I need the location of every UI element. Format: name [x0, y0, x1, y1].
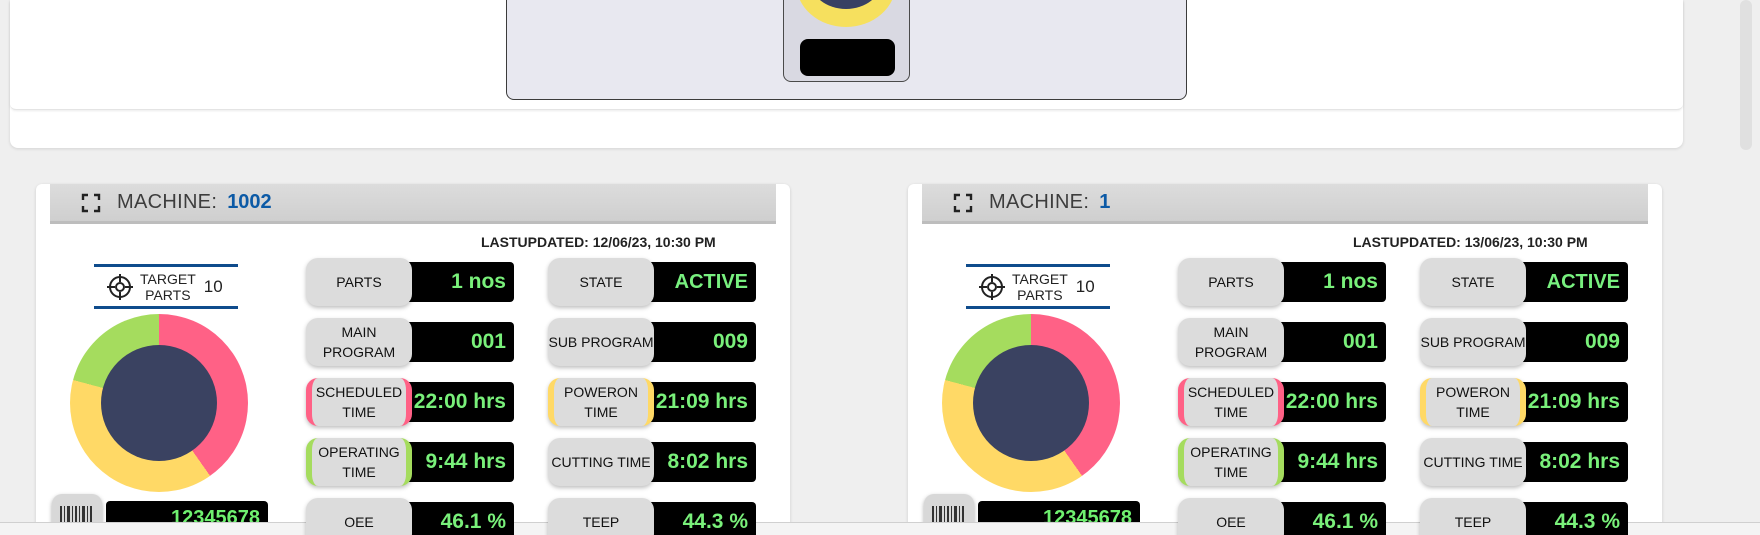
metric-label: CUTTING TIME	[1420, 438, 1526, 486]
target-parts: TARGET PARTS 10	[94, 264, 238, 309]
metric-value: 22:00 hrs	[1278, 382, 1386, 422]
metric-value: 1 nos	[1278, 262, 1386, 302]
metric-value: 46.1 %	[406, 502, 514, 535]
metric-label: PARTS	[1178, 258, 1284, 306]
metric-value: ACTIVE	[648, 262, 756, 302]
parts-donut-chart	[942, 314, 1120, 492]
machine-id: 1002	[227, 191, 272, 213]
metric-label: TEEP	[1420, 498, 1526, 535]
donut-center	[973, 345, 1089, 461]
metric-value: 9:44 hrs	[1278, 442, 1386, 482]
metric-value: 9:44 hrs	[406, 442, 514, 482]
target-value: 10	[1075, 276, 1095, 296]
machine-card: MACHINE: 1002 LASTUPDATED: 12/06/23, 10:…	[36, 184, 790, 535]
metric-value: 46.1 %	[1278, 502, 1386, 535]
metric-label: CUTTING TIME	[548, 438, 654, 486]
machine-label: MACHINE:	[117, 191, 218, 213]
preview-screen	[800, 39, 895, 76]
metric-value: 1 nos	[406, 262, 514, 302]
metric-label: OEE	[1178, 498, 1284, 535]
scrollbar[interactable]	[1740, 0, 1752, 150]
metric-label: POWERON TIME	[1420, 378, 1526, 426]
fullscreen-icon[interactable]	[953, 193, 973, 213]
metric-value: 009	[648, 322, 756, 362]
metric-label: SCHEDULED TIME	[306, 378, 412, 426]
metric-value: ACTIVE	[1520, 262, 1628, 302]
target-label: TARGET PARTS	[1012, 271, 1068, 303]
metric-value: 001	[406, 322, 514, 362]
crosshair-icon	[978, 273, 1006, 301]
metric-label: STATE	[548, 258, 654, 306]
fullscreen-icon[interactable]	[81, 193, 101, 213]
target-value: 10	[203, 276, 223, 296]
metric-label: STATE	[1420, 258, 1526, 306]
target-label: TARGET PARTS	[140, 271, 196, 303]
metric-value: 44.3 %	[1520, 502, 1628, 535]
last-updated: LASTUPDATED: 13/06/23, 10:30 PM	[1353, 234, 1588, 250]
machine-label: MACHINE:	[989, 191, 1090, 213]
metric-label: SUB PROGRAM	[548, 318, 654, 366]
metric-value: 8:02 hrs	[648, 442, 756, 482]
metric-label: OPERATING TIME	[1178, 438, 1284, 486]
machine-card-header: MACHINE: 1002	[50, 184, 776, 224]
metric-label: OPERATING TIME	[306, 438, 412, 486]
target-label-line1: TARGET	[140, 270, 196, 287]
metric-value: 8:02 hrs	[1520, 442, 1628, 482]
target-label-line2: PARTS	[1017, 286, 1063, 303]
last-updated: LASTUPDATED: 12/06/23, 10:30 PM	[481, 234, 716, 250]
metric-label: SUB PROGRAM	[1420, 318, 1526, 366]
machine-card-header: MACHINE: 1	[922, 184, 1648, 224]
metric-label: SCHEDULED TIME	[1178, 378, 1284, 426]
metric-label: MAIN PROGRAM	[1178, 318, 1284, 366]
donut-center	[101, 345, 217, 461]
machine-id: 1	[1099, 191, 1111, 213]
metric-label: POWERON TIME	[548, 378, 654, 426]
machine-preview-device	[783, 0, 910, 82]
metric-value: 21:09 hrs	[648, 382, 756, 422]
metric-label: MAIN PROGRAM	[306, 318, 412, 366]
metric-value: 21:09 hrs	[1520, 382, 1628, 422]
metric-value: 001	[1278, 322, 1386, 362]
metric-value: 22:00 hrs	[406, 382, 514, 422]
target-parts: TARGET PARTS 10	[966, 264, 1110, 309]
metric-label: OEE	[306, 498, 412, 535]
parts-donut-chart	[70, 314, 248, 492]
metric-label: PARTS	[306, 258, 412, 306]
target-label-line1: TARGET	[1012, 270, 1068, 287]
metric-label: TEEP	[548, 498, 654, 535]
crosshair-icon	[106, 273, 134, 301]
target-label-line2: PARTS	[145, 286, 191, 303]
metric-value: 44.3 %	[648, 502, 756, 535]
machine-card: MACHINE: 1 LASTUPDATED: 13/06/23, 10:30 …	[908, 184, 1662, 535]
metric-value: 009	[1520, 322, 1628, 362]
dashboard-page: MACHINE: 1002 LASTUPDATED: 12/06/23, 10:…	[0, 0, 1760, 535]
